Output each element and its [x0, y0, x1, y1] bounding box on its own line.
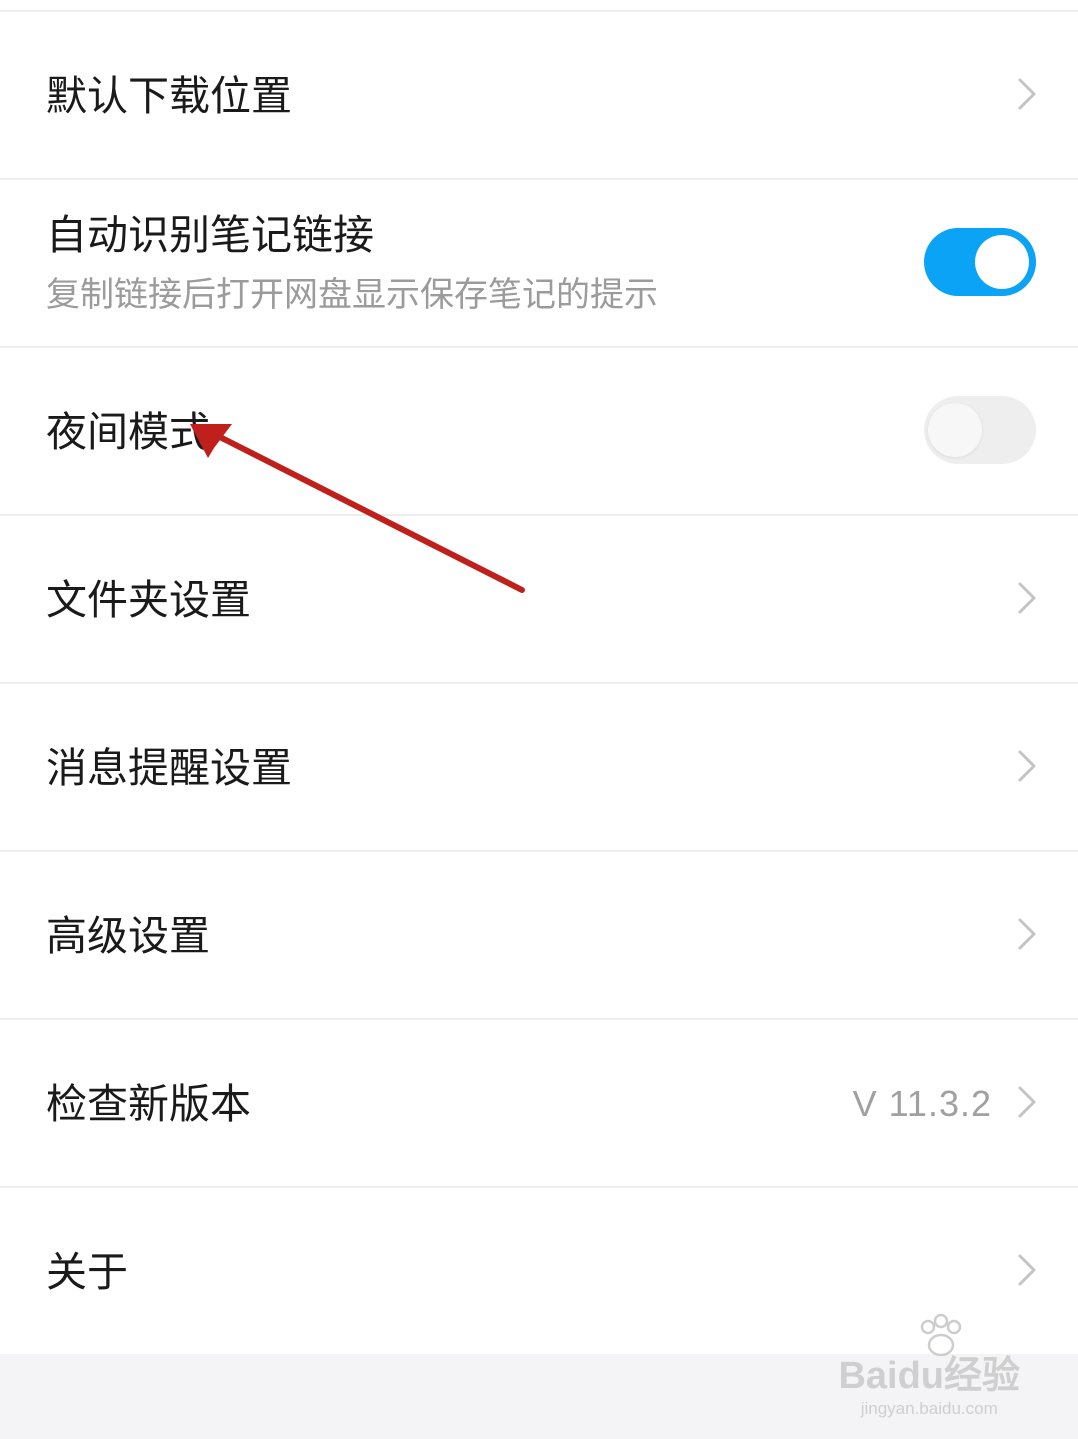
watermark-sub: jingyan.baidu.com [860, 1399, 998, 1418]
setting-check-update[interactable]: 检查新版本 V 11.3.2 [0, 1020, 1078, 1188]
toggle-knob [928, 403, 982, 457]
night-mode-toggle[interactable] [924, 396, 1036, 464]
setting-title: 消息提醒设置 [46, 744, 292, 792]
chevron-right-icon [1018, 1254, 1036, 1286]
watermark-main: Baidu经验 [838, 1355, 1020, 1397]
setting-advanced[interactable]: 高级设置 [0, 852, 1078, 1020]
setting-subtitle: 复制链接后打开网盘显示保存笔记的提示 [46, 275, 658, 315]
setting-title: 夜间模式 [46, 408, 210, 456]
setting-night-mode: 夜间模式 [0, 348, 1078, 516]
setting-default-download-location[interactable]: 默认下载位置 [0, 12, 1078, 180]
setting-folder-settings[interactable]: 文件夹设置 [0, 516, 1078, 684]
setting-title: 默认下载位置 [46, 72, 292, 120]
chevron-right-icon [1018, 918, 1036, 950]
version-value: V 11.3.2 [852, 1083, 992, 1124]
toggle-knob [975, 235, 1029, 289]
setting-title: 关于 [46, 1248, 128, 1296]
settings-screen: 默认下载位置 自动识别笔记链接 复制链接后打开网盘显示保存笔记的提示 夜间模式 … [0, 0, 1078, 1439]
setting-title: 自动识别笔记链接 [46, 211, 374, 259]
setting-message-reminder[interactable]: 消息提醒设置 [0, 684, 1078, 852]
setting-auto-detect-note-link: 自动识别笔记链接 复制链接后打开网盘显示保存笔记的提示 [0, 180, 1078, 348]
setting-title: 文件夹设置 [46, 576, 251, 624]
paw-icon [921, 1313, 962, 1357]
setting-title: 检查新版本 [46, 1080, 251, 1128]
baidu-jingyan-watermark: Baidu经验 jingyan.baidu.com [838, 1313, 1020, 1419]
auto-detect-note-link-toggle[interactable] [924, 228, 1036, 296]
chevron-right-icon [1018, 582, 1036, 614]
setting-title: 高级设置 [46, 912, 210, 960]
chevron-right-icon [1018, 750, 1036, 782]
chevron-right-icon [1018, 78, 1036, 110]
chevron-right-icon [1018, 1086, 1036, 1118]
